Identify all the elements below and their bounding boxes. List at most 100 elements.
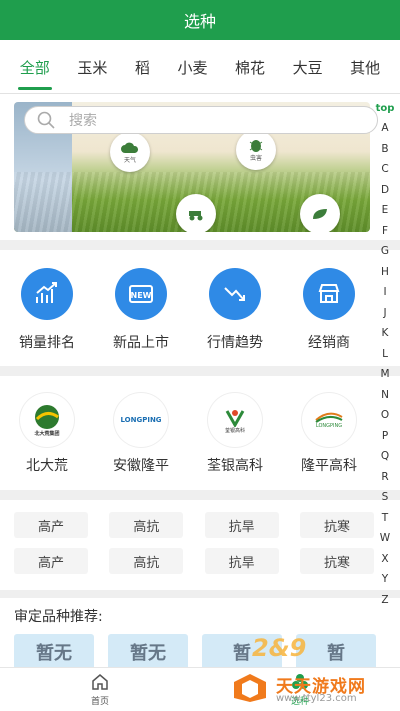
tag-row: 高产 高抗 抗旱 抗寒 <box>14 548 374 574</box>
weather-bubble: 天气 <box>110 132 150 172</box>
alpha-letter[interactable]: P <box>382 426 388 447</box>
tabs-divider <box>0 93 400 94</box>
alpha-letter[interactable]: G <box>381 241 389 262</box>
quick-label: 销量排名 <box>19 335 75 351</box>
logo-text: LONGPING <box>120 416 162 424</box>
alpha-letter[interactable]: E <box>382 200 389 221</box>
alpha-letter[interactable]: F <box>382 221 388 242</box>
alpha-letter[interactable]: M <box>380 364 389 385</box>
new-badge-icon: NEW <box>115 268 167 320</box>
section-separator <box>0 490 400 500</box>
search-icon <box>37 111 55 129</box>
watermark-overlay: 2&9 <box>252 634 307 662</box>
cloud-icon <box>121 142 139 153</box>
tag-high-resistance[interactable]: 高抗 <box>109 512 184 538</box>
quick-sales-rank[interactable]: 销量排名 <box>4 256 90 360</box>
brand-longping-hitech[interactable]: LONGPING 隆平高科 <box>286 383 372 487</box>
nav-home[interactable]: 首页 <box>0 668 200 711</box>
section-separator <box>0 590 400 598</box>
logo-text: LONGPING <box>315 423 343 429</box>
brand-anhui-longping[interactable]: LONGPING 安徽隆平 <box>98 383 184 487</box>
brand-quanyin[interactable]: 荃银高科 荃银高科 <box>192 383 278 487</box>
tag-high-yield[interactable]: 高产 <box>14 548 88 574</box>
tag-row: 高产 高抗 抗旱 抗寒 <box>14 512 374 538</box>
alpha-letter[interactable]: X <box>381 549 388 570</box>
alpha-letter[interactable]: J <box>383 303 386 324</box>
alpha-letter[interactable]: C <box>381 159 388 180</box>
alpha-letter[interactable]: O <box>381 405 389 426</box>
alphabet-index: top A B C D E F G H I J K L M N O P Q R … <box>375 100 395 610</box>
alpha-letter[interactable]: H <box>381 262 389 283</box>
alpha-letter[interactable]: L <box>382 344 388 365</box>
watermark-logo-icon <box>234 674 266 702</box>
recommend-card[interactable]: 暂无 <box>14 634 94 668</box>
crop-tabs: 全部 玉米 稻 小麦 棉花 大豆 其他 <box>0 40 400 94</box>
tab-wheat[interactable]: 小麦 <box>173 51 211 84</box>
trait-tags: 高产 高抗 抗旱 抗寒 高产 高抗 抗旱 抗寒 <box>14 512 374 584</box>
tab-rice[interactable]: 稻 <box>131 51 154 84</box>
quanyin-logo: 荃银高科 <box>208 393 262 447</box>
recommend-title: 审定品种推荐: <box>14 609 103 625</box>
nav-label: 首页 <box>90 697 109 707</box>
tag-drought-resistant[interactable]: 抗旱 <box>204 548 279 574</box>
recommend-card[interactable]: 暂 <box>296 634 376 668</box>
search-bar[interactable]: 搜索 <box>24 106 378 134</box>
alpha-letter[interactable]: Z <box>381 590 388 611</box>
tag-cold-resistant[interactable]: 抗寒 <box>299 548 374 574</box>
alpha-letter[interactable]: R <box>381 467 388 488</box>
alpha-letter[interactable]: W <box>380 528 390 549</box>
alpha-top[interactable]: top <box>376 100 395 118</box>
alpha-letter[interactable]: N <box>381 385 389 406</box>
alpha-letter[interactable]: A <box>381 118 388 139</box>
tag-drought-resistant[interactable]: 抗旱 <box>204 512 279 538</box>
brand-label: 北大荒 <box>26 458 68 474</box>
tab-cotton[interactable]: 棉花 <box>231 51 269 84</box>
logo-text: 北大荒集团 <box>34 430 60 437</box>
alpha-letter[interactable]: T <box>382 508 388 529</box>
machine-bubble <box>176 194 216 232</box>
quick-entries: 销量排名 NEW 新品上市 行情趋势 经销商 <box>0 256 376 360</box>
sales-chart-icon <box>21 268 73 320</box>
quick-market-trend[interactable]: 行情趋势 <box>192 256 278 360</box>
leaf-bubble <box>300 194 340 232</box>
app-header: 选种 <box>0 0 400 40</box>
pest-bubble: 虫害 <box>236 130 276 170</box>
quick-label: 新品上市 <box>113 335 169 351</box>
brand-label: 安徽隆平 <box>113 458 169 474</box>
alpha-letter[interactable]: B <box>381 139 388 160</box>
alpha-letter[interactable]: Q <box>381 446 389 467</box>
leaf-icon <box>313 209 327 219</box>
alpha-letter[interactable]: S <box>382 487 389 508</box>
logo-text: 荃银高科 <box>224 427 245 434</box>
alpha-letter[interactable]: D <box>381 180 389 201</box>
brand-list: 北大荒集团 北大荒 LONGPING 安徽隆平 荃银高科 荃银高科 LONGPI… <box>0 383 376 487</box>
pest-label: 虫害 <box>249 154 262 162</box>
section-separator <box>0 240 400 250</box>
recommend-card[interactable]: 暂无 <box>108 634 188 668</box>
longping-logo: LONGPING <box>114 393 168 447</box>
weather-label: 天气 <box>123 156 136 164</box>
home-icon <box>92 674 108 690</box>
brand-beidahuang[interactable]: 北大荒集团 北大荒 <box>4 383 90 487</box>
brand-label: 隆平高科 <box>301 458 357 474</box>
quick-dealers[interactable]: 经销商 <box>286 256 372 360</box>
tab-other[interactable]: 其他 <box>346 51 384 84</box>
watermark-url: www.ttyl23.com <box>276 693 357 704</box>
tag-high-yield[interactable]: 高产 <box>14 512 88 538</box>
alpha-letter[interactable]: I <box>383 282 386 303</box>
tab-corn[interactable]: 玉米 <box>73 51 111 84</box>
alpha-letter[interactable]: K <box>382 323 389 344</box>
tab-all[interactable]: 全部 <box>16 51 54 90</box>
tag-cold-resistant[interactable]: 抗寒 <box>299 512 374 538</box>
bug-icon <box>249 139 263 152</box>
section-separator <box>0 366 400 376</box>
quick-new-products[interactable]: NEW 新品上市 <box>98 256 184 360</box>
trend-down-icon <box>209 268 261 320</box>
alpha-letter[interactable]: Y <box>382 569 388 590</box>
quick-label: 经销商 <box>308 335 350 351</box>
tractor-icon <box>189 211 203 221</box>
recommend-list: 暂无 暂无 暂 暂 <box>14 634 400 668</box>
tab-soybean[interactable]: 大豆 <box>289 51 327 84</box>
tag-high-resistance[interactable]: 高抗 <box>109 548 184 574</box>
longping-hitech-logo: LONGPING <box>302 393 356 447</box>
